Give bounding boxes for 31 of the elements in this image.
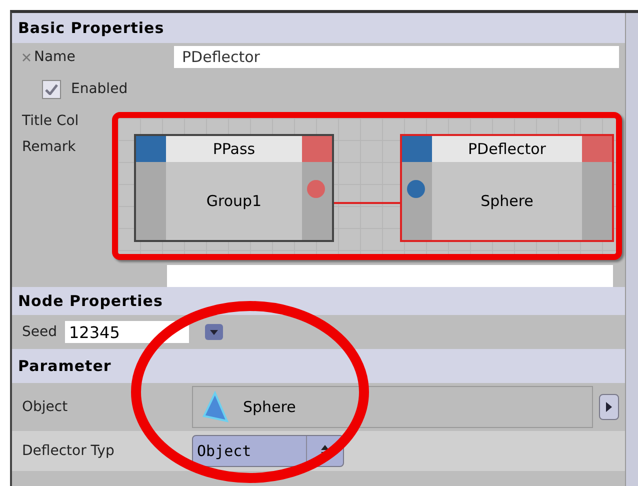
node-title: PDeflector — [432, 136, 582, 162]
node-card[interactable]: PDeflector Sphere — [400, 134, 614, 242]
node-card[interactable]: PPass Group1 — [134, 134, 334, 242]
scrollbar[interactable] — [625, 13, 638, 486]
node-title: PPass — [166, 136, 302, 162]
spinner-button[interactable] — [205, 324, 223, 340]
arrow-button[interactable] — [599, 394, 619, 420]
output-port[interactable] — [307, 180, 325, 198]
field-label: Remark — [22, 139, 77, 155]
checkbox[interactable] — [42, 80, 61, 98]
field-label: Object — [22, 399, 69, 415]
field-label: Seed — [22, 324, 57, 340]
type-dropdown[interactable]: Object — [192, 435, 344, 467]
field-label: Deflector Typ — [22, 443, 116, 459]
input-port[interactable] — [407, 180, 425, 198]
checkbox-label: Enabled — [71, 81, 128, 97]
section-header: Basic Properties — [12, 13, 625, 43]
play-icon — [606, 402, 612, 412]
node-label: Sphere — [432, 162, 582, 240]
field-label: Name — [34, 49, 76, 65]
node-label: Group1 — [166, 162, 302, 240]
object-field[interactable]: Sphere — [192, 386, 593, 428]
close-icon[interactable] — [22, 52, 31, 62]
section-header: Node Properties — [12, 287, 625, 315]
name-field[interactable]: PDeflector — [174, 46, 619, 68]
remark-field[interactable] — [167, 265, 613, 287]
field-label: Title Col — [22, 113, 79, 129]
triangle-icon — [201, 391, 229, 423]
caret-icon — [210, 328, 218, 336]
check-icon — [45, 84, 58, 94]
section-header: Parameter — [12, 349, 625, 383]
